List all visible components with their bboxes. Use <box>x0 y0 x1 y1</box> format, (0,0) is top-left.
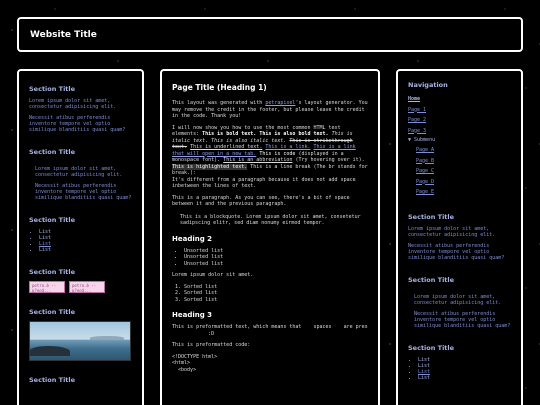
elements-paragraph: I will now show you how to use the most … <box>172 124 368 189</box>
nav-page-a[interactable]: Page A <box>408 145 511 156</box>
section-title: Section Title <box>408 343 455 352</box>
example-link[interactable]: This is a link. <box>265 144 310 150</box>
code-block: <!DOCTYPE html> <html> <body> <box>172 353 218 373</box>
link-badge[interactable]: petra.b -- p?eod... <box>69 281 105 293</box>
left-section-1: Section Title Lorem ipsum dolor sit amet… <box>29 85 132 133</box>
section-text: Necessit atibus perferendis inventore te… <box>408 242 505 261</box>
left-sidebar: Section Title Lorem ipsum dolor sit amet… <box>17 69 144 405</box>
unsorted-list: Unsorted list Unsorted list Unsorted lis… <box>172 248 368 268</box>
nav-page-1[interactable]: Page 1 <box>408 105 511 116</box>
section-title: Section Title <box>29 268 76 276</box>
page-title: Page Title (Heading 1) <box>172 83 267 92</box>
abbreviation[interactable]: This is an abbreviation <box>223 157 292 163</box>
list-item: List <box>418 375 511 381</box>
section-text: Necessit atibus perferendis inventore te… <box>414 310 511 329</box>
right-section-1: Section Title Lorem ipsum dolor sit amet… <box>408 213 511 261</box>
section-title: Section Title <box>29 376 76 384</box>
right-list: List List List List <box>408 357 511 381</box>
section-title: Section Title <box>408 275 455 284</box>
paragraph: Lorem ipsum dolor sit amet. <box>172 272 254 278</box>
right-sidebar: Navigation Home Page 1 Page 2 Page 3 ▼ S… <box>396 69 523 405</box>
submenu-toggle[interactable]: ▼ Submenu <box>408 136 511 145</box>
right-section-2: Section Title Lorem ipsum dolor sit amet… <box>408 276 511 329</box>
section-title: Section Title <box>408 212 455 221</box>
link-badge[interactable]: petra.b -- p?eod... <box>29 281 65 293</box>
seascape-image <box>29 321 131 361</box>
nav-page-3[interactable]: Page 3 <box>408 126 511 137</box>
right-section-3: Section Title List List List List <box>408 344 511 381</box>
nav-page-c[interactable]: Page C <box>408 166 511 177</box>
intro-paragraph: This layout was generated with petrapixe… <box>172 100 368 119</box>
list-link[interactable]: List <box>418 369 430 375</box>
preformatted-text: This is preformatted text, which means t… <box>172 324 368 337</box>
navigation: Navigation Home Page 1 Page 2 Page 3 ▼ S… <box>408 81 511 198</box>
petrapixel-link[interactable]: petrapixel <box>265 100 295 106</box>
section-text: Lorem ipsum dolor sit amet, consectetur … <box>408 225 496 238</box>
section-title: Section Title <box>29 85 76 93</box>
section-text: Lorem ipsum dolor sit amet, consectetur … <box>35 166 123 178</box>
section-text: Necessit atibus perferendis inventore te… <box>29 115 126 133</box>
section-text: Necessit atibus perferendis inventore te… <box>35 183 132 201</box>
list-item: Unsorted list <box>184 261 368 268</box>
main-content: Page Title (Heading 1) This layout was g… <box>160 69 380 405</box>
paragraph: This is preformatted code: <box>172 342 251 348</box>
nav-page-2[interactable]: Page 2 <box>408 115 511 126</box>
heading-3: Heading 3 <box>172 311 213 319</box>
sorted-list: Sorted list Sorted list Sorted list <box>172 284 368 304</box>
site-title: Website Title <box>30 30 97 40</box>
site-header: Website Title <box>17 17 523 52</box>
left-section-6: Section Title <box>29 376 132 384</box>
badge-row: petra.b -- p?eod... petra.b -- p?eod... <box>29 281 132 293</box>
left-section-5: Section Title <box>29 308 132 361</box>
section-title: Section Title <box>29 148 76 156</box>
left-section-3: Section Title List List List List <box>29 216 132 253</box>
navigation-title: Navigation <box>408 81 448 89</box>
paragraph: This is a paragraph. As you can see, the… <box>172 194 350 208</box>
heading-2: Heading 2 <box>172 234 213 243</box>
section-title: Section Title <box>29 308 76 316</box>
left-section-4: Section Title petra.b -- p?eod... petra.… <box>29 268 132 293</box>
nav-page-e[interactable]: Page E <box>408 187 511 198</box>
list-item: List <box>39 247 132 253</box>
section-text: Lorem ipsum dolor sit amet, consectetur … <box>29 98 117 110</box>
list-item: Sorted list <box>184 297 368 304</box>
nav-page-d[interactable]: Page D <box>408 177 511 188</box>
blockquote: This is a blockquote. Lorem ipsum dolor … <box>180 213 361 227</box>
left-list: List List List List <box>29 229 132 253</box>
section-text: Lorem ipsum dolor sit amet, consectetur … <box>414 293 502 306</box>
left-section-2: Section Title Lorem ipsum dolor sit amet… <box>29 148 132 201</box>
section-title: Section Title <box>29 216 76 224</box>
nav-home[interactable]: Home <box>408 94 511 105</box>
nav-page-b[interactable]: Page B <box>408 156 511 167</box>
